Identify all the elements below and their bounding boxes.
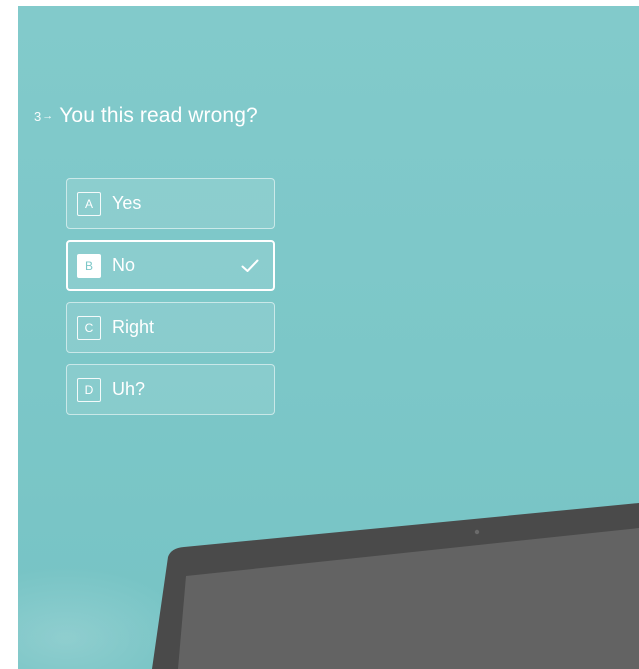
- question-header: 3 → You this read wrong?: [34, 104, 258, 128]
- option-c[interactable]: C Right: [66, 302, 275, 353]
- laptop-bezel: [152, 503, 639, 669]
- question-number: 3: [34, 108, 42, 124]
- option-key: B: [77, 253, 101, 278]
- option-b[interactable]: B No: [66, 240, 275, 291]
- option-key: C: [77, 315, 101, 340]
- option-label: Right: [112, 317, 155, 337]
- question-text: You this read wrong?: [59, 104, 258, 127]
- question-number-wrap: 3 →: [34, 109, 53, 124]
- option-label: Yes: [112, 193, 142, 213]
- right-arrow-icon: →: [42, 110, 54, 122]
- checkmark-icon: [241, 259, 259, 272]
- webcam-icon: [474, 529, 480, 535]
- option-key: A: [77, 191, 101, 216]
- option-a[interactable]: A Yes: [66, 178, 275, 229]
- option-key: D: [77, 377, 101, 402]
- answer-options: A Yes B No C Right D Uh?: [66, 178, 275, 426]
- form-stage: 3 → You this read wrong? A Yes B No C Ri…: [18, 6, 639, 669]
- option-label: No: [112, 255, 136, 275]
- option-label: Uh?: [112, 379, 146, 399]
- laptop-screen: [178, 528, 639, 669]
- background-glow: [18, 566, 198, 669]
- option-d[interactable]: D Uh?: [66, 364, 275, 415]
